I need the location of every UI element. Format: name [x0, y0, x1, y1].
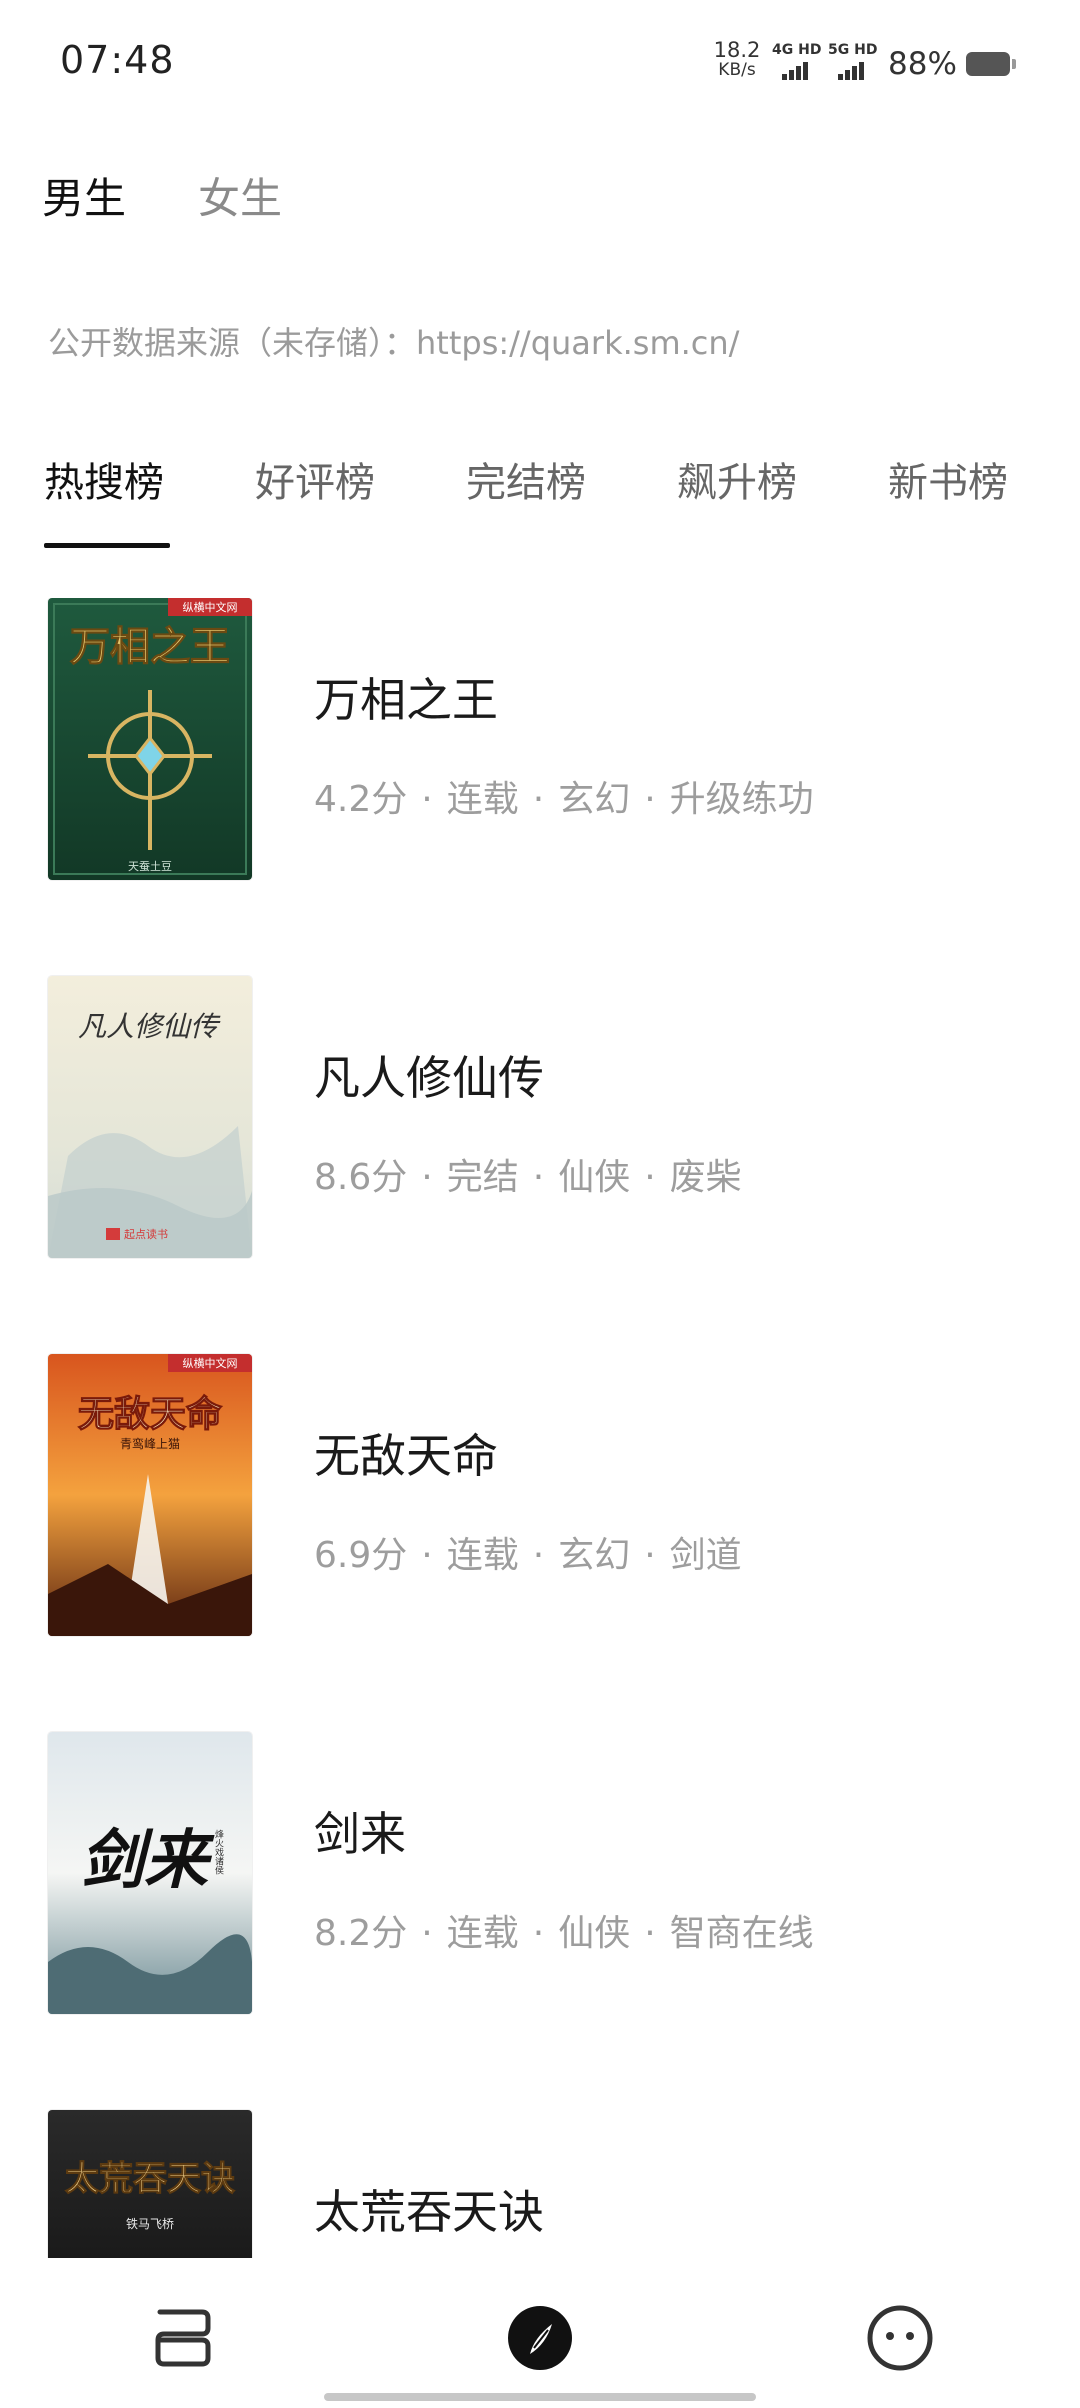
book-genre: 玄幻: [558, 779, 631, 820]
tab-male[interactable]: 男生: [42, 165, 126, 226]
book-score: 6.9分: [314, 1535, 408, 1576]
cover-publisher: 起点读书: [124, 1227, 168, 1241]
book-tag: 智商在线: [669, 1913, 814, 1954]
book-score: 8.6分: [314, 1157, 408, 1198]
book-cover-art: 太荒吞天诀 铁马飞桥: [48, 2110, 252, 2258]
book-cover: 凡人修仙传 起点读书: [48, 976, 252, 1258]
book-meta: 8.2分 · 连载 · 仙侠 · 智商在线: [314, 1913, 814, 1954]
signal-4g-icon: 4G HD: [772, 42, 828, 82]
book-cover-art: 凡人修仙传 起点读书: [48, 976, 252, 1258]
face-icon: [867, 2305, 933, 2371]
tab-rising[interactable]: 飙升榜: [677, 450, 797, 508]
book-tag: 升级练功: [669, 779, 814, 820]
book-score: 8.2分: [314, 1913, 408, 1954]
book-cover-art: 纵横中文网 万相之王 天蚕土豆: [48, 598, 252, 880]
book-status: 连载: [446, 779, 519, 820]
network-speed-unit: KB/s: [718, 60, 756, 80]
book-genre: 玄幻: [558, 1535, 631, 1576]
book-title: 万相之王: [314, 673, 498, 727]
signal-5g-icon: 5G HD: [828, 42, 884, 82]
network-speed-value: 18.2: [713, 38, 761, 62]
tab-indicator: [44, 543, 170, 548]
tab-completed[interactable]: 完结榜: [466, 450, 586, 508]
book-tag: 剑道: [669, 1535, 742, 1576]
book-cover: 太荒吞天诀 铁马飞桥: [48, 2110, 252, 2258]
tab-hot-search[interactable]: 热搜榜: [44, 450, 164, 508]
book-genre: 仙侠: [558, 1913, 631, 1954]
status-bar: 07:48 18.2 KB/s 4G HD 5G HD 88%: [0, 0, 1080, 125]
book-meta: 8.6分 · 完结 · 仙侠 · 废柴: [314, 1157, 742, 1198]
battery-percent: 88%: [888, 46, 957, 82]
cover-title: 太荒吞天诀: [65, 2159, 235, 2199]
book-title: 太荒吞天诀: [314, 2185, 544, 2239]
book-item[interactable]: 纵横中文网 无敌天命 青鸾峰上猫 无敌天命 6.9分 · 连载 · 玄幻 · 剑道: [0, 1354, 1080, 1654]
battery-icon: [966, 52, 1016, 76]
book-cover: 剑来 烽火戏诸侯: [48, 1732, 252, 2014]
book-cover-art: 纵横中文网 无敌天命 青鸾峰上猫: [48, 1354, 252, 1636]
cover-title: 剑来: [80, 1823, 215, 1898]
book-cover: 纵横中文网 无敌天命 青鸾峰上猫: [48, 1354, 252, 1636]
status-time: 07:48: [60, 38, 175, 82]
data-source-note: 公开数据来源（未存储）：https://quark.sm.cn/: [48, 324, 740, 362]
nav-discover[interactable]: [500, 2298, 580, 2378]
book-status: 连载: [446, 1535, 519, 1576]
book-item[interactable]: 剑来 烽火戏诸侯 剑来 8.2分 · 连载 · 仙侠 · 智商在线: [0, 1732, 1080, 2032]
cover-title: 万相之王: [70, 623, 230, 670]
book-title: 剑来: [314, 1807, 406, 1861]
book-score: 4.2分: [314, 779, 408, 820]
book-item[interactable]: 纵横中文网 万相之王 天蚕土豆 万相之王 4.2分 · 连载 · 玄幻 · 升级练功: [0, 598, 1080, 898]
bookshelf-icon: [155, 2309, 211, 2367]
tab-top-rated[interactable]: 好评榜: [255, 450, 375, 508]
bottom-nav: [0, 2258, 1080, 2408]
book-item[interactable]: 凡人修仙传 起点读书 凡人修仙传 8.6分 · 完结 · 仙侠 · 废柴: [0, 976, 1080, 1276]
cover-title: 凡人修仙传: [78, 1010, 221, 1043]
book-tag: 废柴: [669, 1157, 742, 1198]
tab-new-books[interactable]: 新书榜: [888, 450, 1008, 508]
cover-publisher: 纵横中文网: [183, 600, 238, 614]
cover-publisher: 纵横中文网: [183, 1356, 238, 1370]
book-meta: 6.9分 · 连载 · 玄幻 · 剑道: [314, 1535, 742, 1576]
book-status: 完结: [446, 1157, 519, 1198]
tab-female[interactable]: 女生: [198, 165, 282, 226]
cover-author: 青鸾峰上猫: [120, 1436, 180, 1451]
cover-title: 无敌天命: [78, 1393, 222, 1435]
book-genre: 仙侠: [558, 1157, 631, 1198]
signal-5g-label: 5G HD: [828, 42, 878, 58]
book-list: 纵横中文网 万相之王 天蚕土豆 万相之王 4.2分 · 连载 · 玄幻 · 升级练功: [0, 598, 1080, 2258]
book-title: 凡人修仙传: [314, 1051, 544, 1105]
cover-author: 铁马飞桥: [126, 2217, 174, 2231]
book-item[interactable]: 太荒吞天诀 铁马飞桥 太荒吞天诀: [0, 2110, 1080, 2258]
nav-profile[interactable]: [860, 2298, 940, 2378]
book-meta: 4.2分 · 连载 · 玄幻 · 升级练功: [314, 779, 814, 820]
cover-author: 烽火戏诸侯: [213, 1828, 224, 1875]
book-title: 无敌天命: [314, 1429, 498, 1483]
cover-author: 天蚕土豆: [128, 860, 172, 873]
signal-4g-label: 4G HD: [772, 42, 822, 58]
network-speed: 18.2 KB/s: [712, 38, 762, 81]
compass-icon: [508, 2306, 572, 2370]
book-cover: 纵横中文网 万相之王 天蚕土豆: [48, 598, 252, 880]
book-status: 连载: [446, 1913, 519, 1954]
nav-bookshelf[interactable]: [140, 2298, 220, 2378]
book-cover-art: 剑来 烽火戏诸侯: [48, 1732, 252, 2014]
home-indicator: [324, 2393, 756, 2401]
